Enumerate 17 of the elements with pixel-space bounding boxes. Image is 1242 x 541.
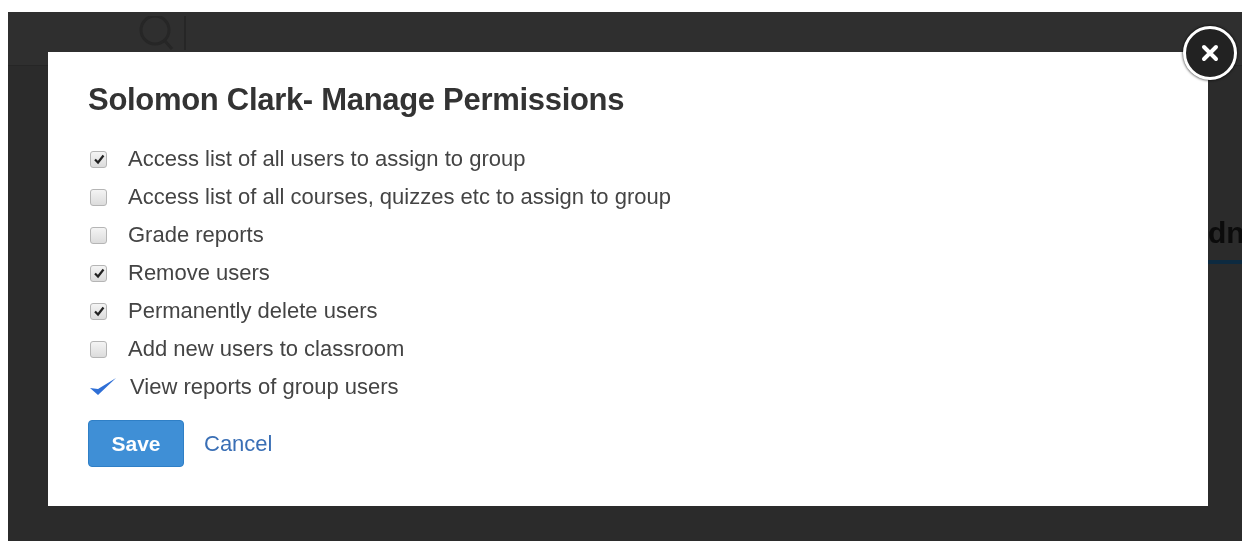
checkbox[interactable]	[90, 150, 107, 168]
permission-label: Grade reports	[128, 222, 264, 248]
permission-label: Add new users to classroom	[128, 336, 405, 362]
checkbox[interactable]	[90, 302, 107, 320]
checkbox[interactable]	[90, 264, 107, 282]
checkbox[interactable]	[90, 226, 107, 244]
permission-label: Permanently delete users	[128, 298, 378, 324]
permission-label: Access list of all courses, quizzes etc to assign to group	[128, 184, 671, 210]
save-button[interactable]: Save	[88, 420, 184, 467]
checkbox[interactable]	[90, 340, 107, 358]
cancel-link[interactable]: Cancel	[204, 430, 273, 457]
dialog-title: Solomon Clark- Manage Permissions	[88, 82, 626, 118]
permission-label: View reports of group users	[130, 374, 399, 400]
checkbox[interactable]	[90, 188, 107, 206]
permission-label: Access list of all users to assign to group	[128, 146, 526, 172]
permission-label: Remove users	[128, 260, 270, 286]
close-icon	[1201, 44, 1219, 62]
